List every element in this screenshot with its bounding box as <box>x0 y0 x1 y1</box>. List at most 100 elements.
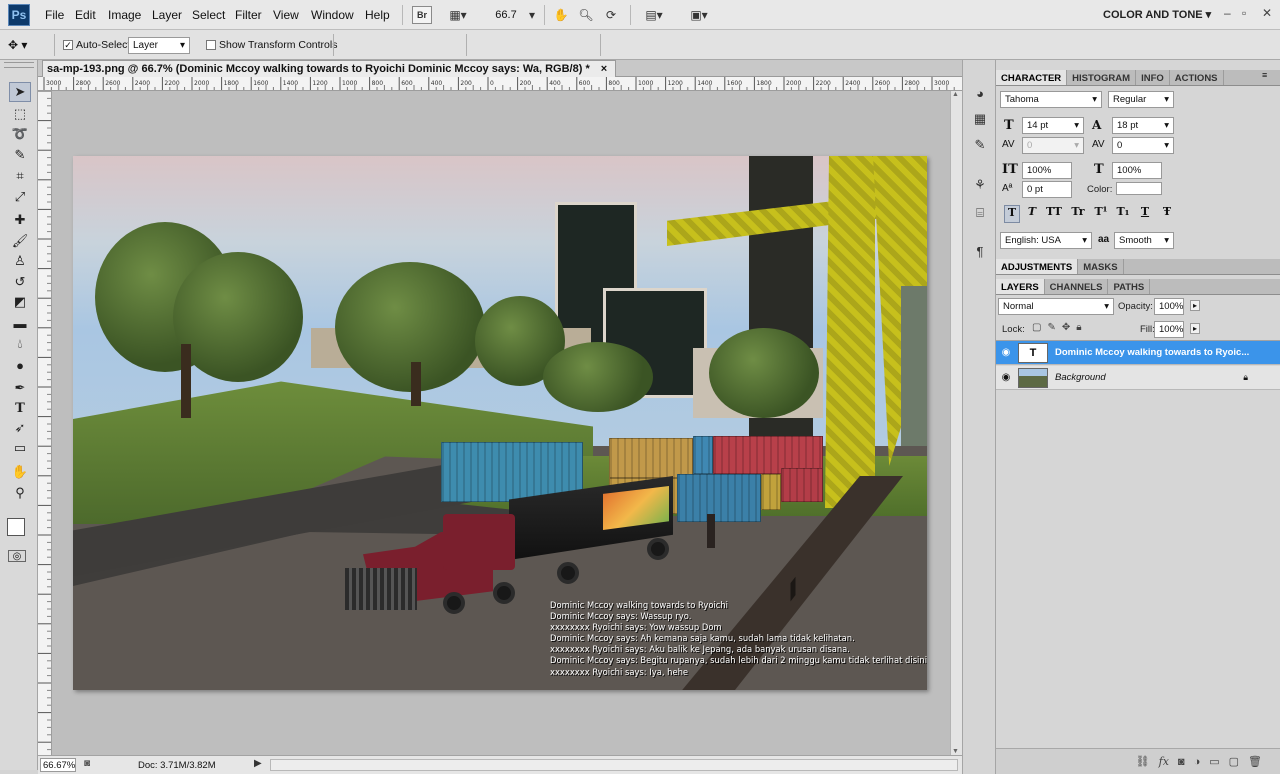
new-layer-icon[interactable]: ▢ <box>1229 755 1239 768</box>
menu-help[interactable]: Help <box>365 8 390 22</box>
subscript-button[interactable]: T₁ <box>1114 205 1132 223</box>
move-tool-preset-icon[interactable]: ✥ ▾ <box>8 36 48 54</box>
menu-select[interactable]: Select <box>192 8 225 22</box>
clone-source-icon[interactable]: ⚘ <box>971 176 989 194</box>
zoom-tool-icon[interactable]: 🔍︎ <box>576 6 596 24</box>
color-panel-icon[interactable]: ◕ <box>971 84 989 102</box>
menu-window[interactable]: Window <box>311 8 354 22</box>
lasso-tool-icon[interactable]: ➰ <box>9 124 31 144</box>
vertical-ruler[interactable] <box>38 91 52 755</box>
tab-adjustments[interactable]: ADJUSTMENTS <box>996 259 1079 274</box>
faux-italic-button[interactable]: T <box>1024 205 1040 223</box>
baseline-shift-field[interactable]: 0 pt <box>1022 181 1072 198</box>
status-menu-icon[interactable]: ▶ <box>254 758 262 769</box>
tab-character[interactable]: CHARACTER <box>996 70 1068 85</box>
superscript-button[interactable]: T¹ <box>1092 205 1110 223</box>
horizontal-scrollbar[interactable] <box>270 759 958 771</box>
type-tool-icon[interactable]: T <box>9 398 31 418</box>
link-layers-icon[interactable]: ⛓ <box>1136 755 1150 768</box>
eye-icon[interactable]: ◉ <box>996 347 1016 358</box>
tab-actions[interactable]: ACTIONS <box>1170 70 1224 85</box>
eraser-tool-icon[interactable]: ◩ <box>9 292 31 312</box>
status-info-icon[interactable]: ◙ <box>84 758 98 772</box>
layer-name[interactable]: Background <box>1055 372 1106 383</box>
clone-stamp-tool-icon[interactable]: ♙ <box>9 251 31 271</box>
move-tool-icon[interactable]: ➤ <box>9 82 31 102</box>
add-mask-icon[interactable]: ◙ <box>1178 756 1185 768</box>
fill-slider-icon[interactable]: ▸ <box>1190 323 1201 334</box>
opacity-slider-icon[interactable]: ▸ <box>1190 300 1201 311</box>
zoom-tool-panel-icon[interactable]: ⚲ <box>9 483 31 503</box>
tab-channels[interactable]: CHANNELS <box>1045 279 1109 294</box>
eye-icon[interactable]: ◉ <box>996 372 1016 383</box>
layer-style-icon[interactable]: fx <box>1159 755 1169 768</box>
tab-info[interactable]: INFO <box>1136 70 1170 85</box>
status-zoom-field[interactable]: 66.67% <box>40 758 76 772</box>
marquee-tool-icon[interactable]: ⬚ <box>9 104 31 124</box>
close-icon[interactable]: ✕ <box>1262 6 1272 20</box>
document-canvas[interactable]: Dominic Mccoy walking towards to Ryoichi… <box>73 156 927 690</box>
vertical-scale-field[interactable]: 100% <box>1022 162 1072 179</box>
opacity-field[interactable]: 100% <box>1154 298 1184 315</box>
swatches-panel-icon[interactable]: ▦ <box>971 110 989 128</box>
shape-tool-icon[interactable]: ▭ <box>9 438 31 458</box>
kerning-field[interactable]: 0 ▾ <box>1022 137 1084 154</box>
rotate-view-icon[interactable]: ⟳ <box>601 6 621 24</box>
view-extras-icon[interactable]: ▦▾ <box>444 6 472 24</box>
fill-field[interactable]: 100% <box>1154 321 1184 338</box>
strikethrough-button[interactable]: Ŧ <box>1158 205 1176 223</box>
faux-bold-button[interactable]: T <box>1004 205 1020 223</box>
menu-view[interactable]: View <box>273 8 299 22</box>
layer-name[interactable]: Dominic Mccoy walking towards to Ryoic..… <box>1055 347 1249 358</box>
tracking-field[interactable]: 0 ▾ <box>1112 137 1174 154</box>
language-dropdown[interactable]: English: USA ▾ <box>1000 232 1092 249</box>
zoom-dropdown-icon[interactable]: ▾ <box>526 6 538 24</box>
history-brush-tool-icon[interactable]: ↺ <box>9 272 31 292</box>
pen-tool-icon[interactable]: ✒ <box>9 378 31 398</box>
small-caps-button[interactable]: Tr <box>1068 205 1088 223</box>
layer-row-background[interactable]: ◉ Background 🔒︎ <box>996 366 1280 390</box>
leading-field[interactable]: 18 pt ▾ <box>1112 117 1174 134</box>
eyedropper-tool-icon[interactable]: ⤢ <box>9 187 31 207</box>
blur-tool-icon[interactable]: 💧︎ <box>9 334 31 354</box>
arrange-documents-icon[interactable]: ▤▾ <box>640 6 668 24</box>
paragraph-panel-icon[interactable]: ¶ <box>971 242 989 260</box>
hand-tool-panel-icon[interactable]: ✋ <box>9 462 31 482</box>
font-size-field[interactable]: 14 pt ▾ <box>1022 117 1084 134</box>
panel-menu-icon[interactable]: ≡ <box>1262 70 1267 80</box>
brush-tool-icon[interactable]: 🖌︎ <box>9 231 31 251</box>
menu-image[interactable]: Image <box>108 8 141 22</box>
close-document-icon[interactable]: × <box>601 63 607 75</box>
font-family-dropdown[interactable]: Tahoma ▾ <box>1000 91 1102 108</box>
adjustment-layer-icon[interactable]: ◑ <box>1194 756 1201 768</box>
quick-mask-icon[interactable]: ◎ <box>8 550 26 562</box>
document-tab[interactable]: sa-mp-193.png @ 66.7% (Dominic Mccoy wal… <box>42 60 617 77</box>
horizontal-ruler[interactable]: 3000 2800 2600 2400 2200 2000 1800 1600 1400 1200… <box>38 77 962 91</box>
healing-brush-tool-icon[interactable]: ✚ <box>9 210 31 230</box>
auto-select-checkbox[interactable]: ✓ <box>63 40 73 50</box>
antialias-dropdown[interactable]: Smooth ▾ <box>1114 232 1174 249</box>
minimize-icon[interactable]: – <box>1224 6 1231 20</box>
menu-filter[interactable]: Filter <box>235 8 262 22</box>
tab-layers[interactable]: LAYERS <box>996 279 1045 294</box>
layer-row-text[interactable]: ◉ T Dominic Mccoy walking towards to Ryo… <box>996 341 1280 365</box>
menu-file[interactable]: File <box>45 8 64 22</box>
hand-tool-icon[interactable]: ✋ <box>551 6 571 24</box>
underline-button[interactable]: T <box>1136 205 1154 223</box>
vertical-scrollbar[interactable]: ▲ ▼ <box>950 91 962 755</box>
new-group-icon[interactable]: ▭ <box>1209 755 1219 768</box>
restore-icon[interactable]: ▫ <box>1242 6 1246 20</box>
tool-presets-icon[interactable]: ⌸ <box>971 204 989 222</box>
quick-selection-tool-icon[interactable]: ✎ <box>9 145 31 165</box>
tab-histogram[interactable]: HISTOGRAM <box>1067 70 1137 85</box>
blend-mode-dropdown[interactable]: Normal ▾ <box>998 298 1114 315</box>
crop-tool-icon[interactable]: ⌗ <box>9 166 31 186</box>
horizontal-scale-field[interactable]: 100% <box>1112 162 1162 179</box>
screen-mode-icon[interactable]: ▣▾ <box>684 6 714 24</box>
tab-masks[interactable]: MASKS <box>1078 259 1124 274</box>
styles-panel-icon[interactable]: ✎ <box>971 136 989 154</box>
bridge-button[interactable]: Br <box>412 6 432 24</box>
text-color-swatch[interactable] <box>1116 182 1162 195</box>
path-selection-tool-icon[interactable]: ➶ <box>9 418 31 438</box>
workspace-switcher[interactable]: COLOR AND TONE ▾ <box>1103 8 1211 21</box>
